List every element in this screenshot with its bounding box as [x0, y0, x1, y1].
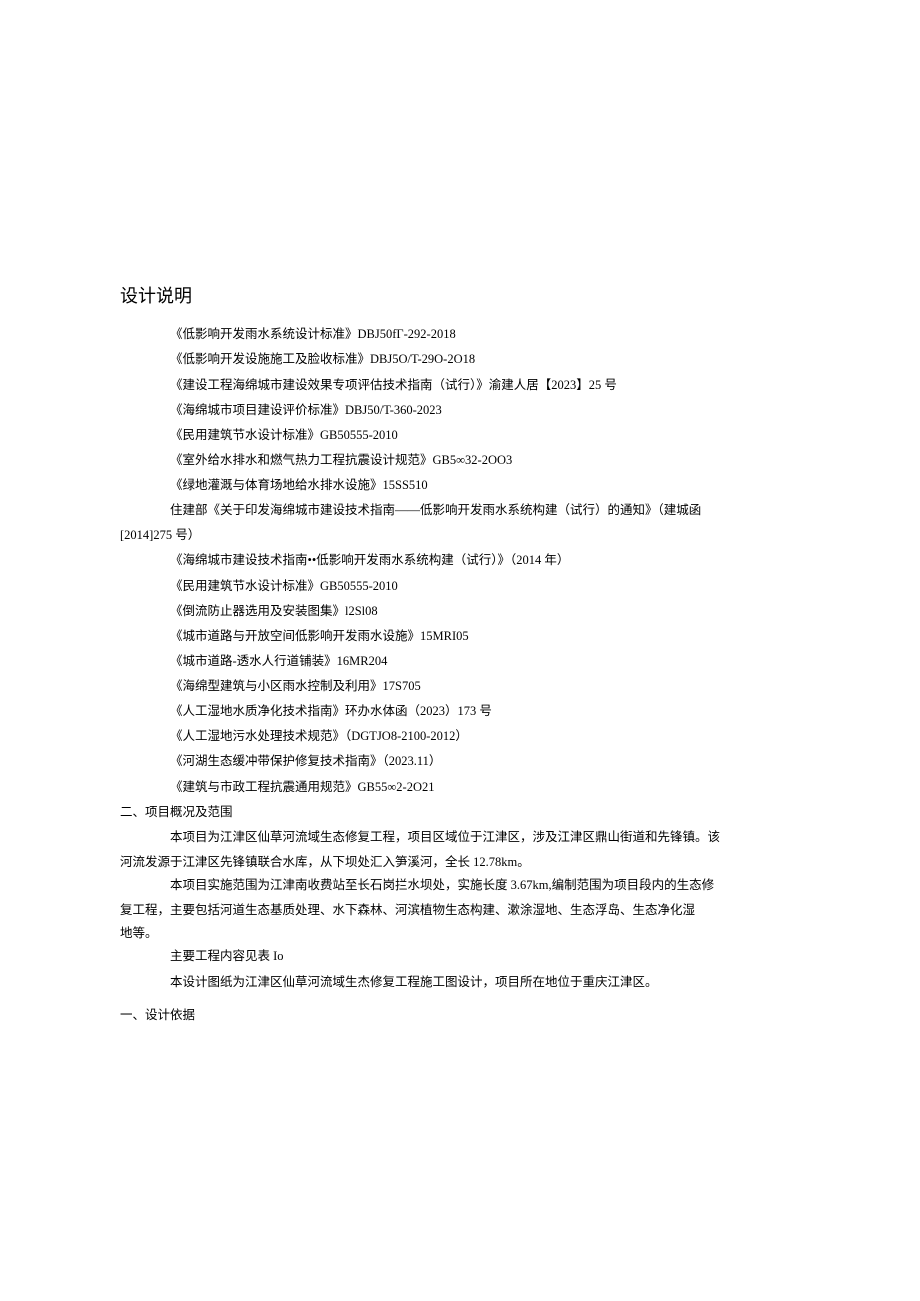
standard-item: 《海绵城市建设技术指南••低影响开发雨水系统构建（试行）》（2014 年）	[120, 549, 800, 572]
standard-item: 《建筑与市政工程抗震通用规范》GB55∞2-2O21	[120, 776, 800, 799]
section-heading-overview: 二、项目概况及范围	[120, 801, 800, 824]
section-heading-basis: 一、设计依据	[120, 1004, 800, 1027]
standard-item: 《河湖生态缓冲带保护修复技术指南》（2023.11）	[120, 750, 800, 773]
document-content: 《低影响开发雨水系统设计标准》DBJ50fГ-292-2018 《低影响开发设施…	[120, 323, 800, 1027]
standard-item: 《民用建筑节水设计标准》GB50555-2010	[120, 424, 800, 447]
standard-item: 《室外给水排水和燃气热力工程抗震设计规范》GB5∞32-2OO3	[120, 449, 800, 472]
standard-item: 《人工湿地水质净化技术指南》环办水体函（2023）173 号	[120, 700, 800, 723]
overview-paragraph: 本设计图纸为江津区仙草河流域生杰修复工程施工图设计，项目所在地位于重庆江津区。	[120, 971, 800, 994]
standard-item: 《人工湿地污水处理技术规范》（DGTJO8-2100-2012）	[120, 725, 800, 748]
standard-item: 《倒流防止器选用及安装图集》l2Sl08	[120, 600, 800, 623]
overview-paragraph: 本项目实施范围为江津南收费站至长石岗拦水坝处，实施长度 3.67km,编制范围为…	[120, 874, 800, 897]
standard-item: 《低影响开发设施施工及脸收标准》DBJ5O/T-29O-2O18	[120, 348, 800, 371]
overview-paragraph-cont: 复工程，主要包括河道生态基质处理、水下森林、河滨植物生态构建、漱涂湿地、生态浮岛…	[120, 899, 800, 922]
standard-item: 《海绵型建筑与小区雨水控制及利用》17S705	[120, 675, 800, 698]
standard-item: 《城市道路-透水人行道铺装》16MR204	[120, 650, 800, 673]
document-title: 设计说明	[120, 280, 800, 313]
standard-item: 《城市道路与开放空间低影响开发雨水设施》15MRI05	[120, 625, 800, 648]
overview-paragraph: 本项目为江津区仙草河流域生态修复工程，项目区域位于江津区，涉及江津区鼎山街道和先…	[120, 826, 800, 849]
overview-paragraph-cont: 河流发源于江津区先锋镇联合水库，从下坝处汇入笋溪河，全长 12.78km。	[120, 851, 800, 874]
standard-item: 《海绵城市项目建设评价标准》DBJ50/T-360-2023	[120, 399, 800, 422]
standard-item: 《绿地灌溉与体育场地给水排水设施》15SS510	[120, 474, 800, 497]
standard-item: 《低影响开发雨水系统设计标准》DBJ50fГ-292-2018	[120, 323, 800, 346]
overview-paragraph: 主要工程内容见表 Io	[120, 945, 800, 968]
standard-item-multiline: 住建部《关于印发海绵城市建设技术指南——低影响开发雨水系统构建（试行）的通知》（…	[120, 499, 800, 522]
standard-item: 《民用建筑节水设计标准》GB50555-2010	[120, 575, 800, 598]
standard-item: 《建设工程海绵城市建设效果专项评估技术指南（试行）》渝建人居【2023】25 号	[120, 374, 800, 397]
overview-paragraph-cont: 地等。	[120, 922, 800, 945]
standard-item-continuation: [2014]275 号）	[120, 524, 800, 547]
